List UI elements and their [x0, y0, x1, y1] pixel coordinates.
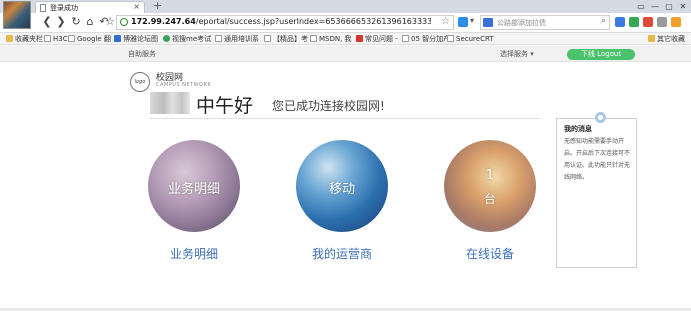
messages-title: 我的消息 — [564, 125, 592, 133]
blurred-username — [150, 92, 190, 114]
portal-main: logo 校园网 CAMPUS NETWORK 中午好 您已成功连接校园网! 业… — [0, 62, 691, 311]
bookmark-item[interactable]: 其它收藏 — [648, 34, 685, 44]
search-engine-icon — [483, 18, 493, 27]
favorite-star-icon[interactable]: ☆ — [441, 16, 450, 27]
bookmark-label: 视搜me考试 — [172, 35, 212, 43]
navigation-bar: ❮ ❯ ↻ ⌂ ↶ ☆ 172.99.247.64/eportal/succes… — [0, 13, 691, 33]
site-icon — [356, 35, 363, 42]
site-icon — [163, 35, 170, 42]
page-icon — [40, 4, 46, 12]
success-message: 您已成功连接校园网! — [272, 99, 385, 113]
address-path: /eportal/success.jsp?userIndex=653666653… — [195, 17, 431, 26]
extension-red-icon[interactable] — [643, 17, 653, 27]
campus-logo: logo — [130, 72, 150, 92]
bookmark-label: 通用培训系 — [224, 35, 259, 43]
business-detail-link[interactable]: 业务明细 — [139, 245, 249, 262]
device-unit: 台 — [483, 192, 496, 206]
bookmark-label: H3C — [53, 35, 68, 43]
forward-arrow-icon[interactable]: ❯ — [54, 15, 68, 29]
new-tab-button[interactable]: + — [153, 0, 162, 12]
restore-icon[interactable]: ▭ — [637, 1, 645, 12]
bookmark-item[interactable]: 视搜me考试 — [163, 34, 211, 44]
home-icon[interactable]: ⌂ — [83, 15, 97, 29]
page-icon — [402, 35, 409, 42]
bookmark-item[interactable]: 博雅论坛图 — [114, 34, 158, 44]
greeting-title: 中午好 — [196, 95, 254, 117]
tile-label: 移动 — [328, 182, 355, 197]
tab-strip: 登录成功 × + ▭ — ▢ ✕ — [0, 0, 691, 14]
bookmark-item[interactable]: 通用培训系 — [215, 34, 259, 44]
tab-title: 登录成功 — [50, 4, 78, 12]
chevron-down-icon[interactable]: ▾ — [470, 16, 474, 25]
bookmark-item[interactable]: 常见问题 - — [356, 34, 398, 44]
self-service-link[interactable]: 自助服务 — [128, 49, 156, 59]
folder-icon — [648, 35, 655, 42]
select-service-dropdown[interactable]: 选择服务 ▾ — [500, 49, 534, 59]
online-devices-tile[interactable]: 1 台 — [444, 140, 536, 232]
page-icon — [68, 35, 75, 42]
maximize-button[interactable]: ▢ — [665, 1, 673, 12]
star-icon[interactable]: ☆ — [104, 15, 116, 29]
bookmark-item[interactable]: 05 智分加产 — [402, 34, 450, 44]
folder-icon — [6, 35, 13, 42]
bookmark-label: 常见问题 - — [365, 35, 398, 43]
page-icon — [215, 35, 222, 42]
page-icon — [447, 35, 454, 42]
bookmark-label: 博雅论坛图 — [123, 35, 158, 43]
bookmark-label: 【精品】考 — [273, 35, 308, 43]
bookmark-item[interactable]: SecureCRT — [447, 34, 494, 44]
tab-close-icon[interactable]: × — [133, 2, 140, 11]
page-icon — [264, 35, 271, 42]
extension-green-icon[interactable] — [629, 17, 639, 27]
select-service-label: 选择服务 — [500, 50, 528, 58]
bookmark-label: Google 翻 — [77, 35, 111, 43]
bookmark-label: 05 智分加产 — [411, 35, 451, 43]
bookmark-item[interactable]: MSDN, 我 — [310, 34, 352, 44]
chevron-down-icon: ▾ — [530, 50, 534, 58]
user-thumbnail-image[interactable] — [3, 1, 31, 29]
operator-tile[interactable]: 移动 — [296, 140, 388, 232]
business-detail-tile[interactable]: 业务明细 — [148, 140, 240, 232]
divider — [150, 118, 540, 119]
my-operator-link[interactable]: 我的运营商 — [287, 245, 397, 262]
close-window-button[interactable]: ✕ — [679, 1, 687, 12]
extension-orange-icon[interactable] — [671, 17, 681, 27]
search-box[interactable]: 公路部添加拉债 ⌕ — [480, 15, 610, 30]
site-icon — [114, 35, 121, 42]
extension-gray-icon[interactable] — [657, 17, 667, 27]
logout-button[interactable]: 下线 Logout — [567, 49, 635, 60]
extension-icons — [615, 17, 681, 27]
minimize-button[interactable]: — — [651, 1, 659, 12]
bookmark-label: 其它收藏 — [657, 35, 685, 43]
messages-body: 无感知功能需要手动开启。开启后下次连接可不用认证。此功能只针对无线网络。 — [564, 138, 631, 181]
search-input[interactable]: 公路部添加拉债 — [497, 18, 546, 28]
tile-label: 业务明细 — [167, 182, 220, 197]
search-icon[interactable]: ⌕ — [601, 16, 606, 26]
device-count: 1 — [485, 168, 495, 183]
address-text[interactable]: 172.99.247.64/eportal/success.jsp?userIn… — [131, 17, 431, 26]
window-controls: ▭ — ▢ ✕ — [637, 1, 687, 12]
bookmarks-bar: 收藏夹栏 H3C Google 翻 博雅论坛图 视搜me考试 通用培训系 【精品… — [0, 33, 691, 45]
campus-name-en: CAMPUS NETWORK — [156, 82, 212, 88]
address-bar[interactable]: 172.99.247.64/eportal/success.jsp?userIn… — [116, 15, 454, 30]
bookmark-item[interactable]: 收藏夹栏 — [6, 34, 43, 44]
online-devices-link[interactable]: 在线设备 — [435, 245, 545, 262]
page-icon — [310, 35, 317, 42]
bookmark-label: 收藏夹栏 — [15, 35, 43, 43]
bookmark-item[interactable]: H3C — [44, 34, 68, 44]
bookmark-label: SecureCRT — [456, 35, 494, 43]
extension-blue-icon[interactable] — [615, 17, 625, 27]
page-icon — [44, 35, 51, 42]
bookmark-item[interactable]: Google 翻 — [68, 34, 111, 44]
address-host: 172.99.247.64 — [131, 17, 196, 26]
reload-icon[interactable]: ↻ — [69, 15, 83, 29]
back-arrow-icon[interactable]: ❮ — [40, 15, 54, 29]
security-icon — [120, 18, 128, 26]
portal-top-bar: 自助服务 选择服务 ▾ 下线 Logout — [0, 46, 691, 62]
bookmark-label: MSDN, 我 — [319, 35, 352, 43]
bookmark-item[interactable]: 【精品】考 — [264, 34, 308, 44]
pin-icon — [595, 112, 606, 123]
extension-icon[interactable] — [458, 17, 468, 27]
